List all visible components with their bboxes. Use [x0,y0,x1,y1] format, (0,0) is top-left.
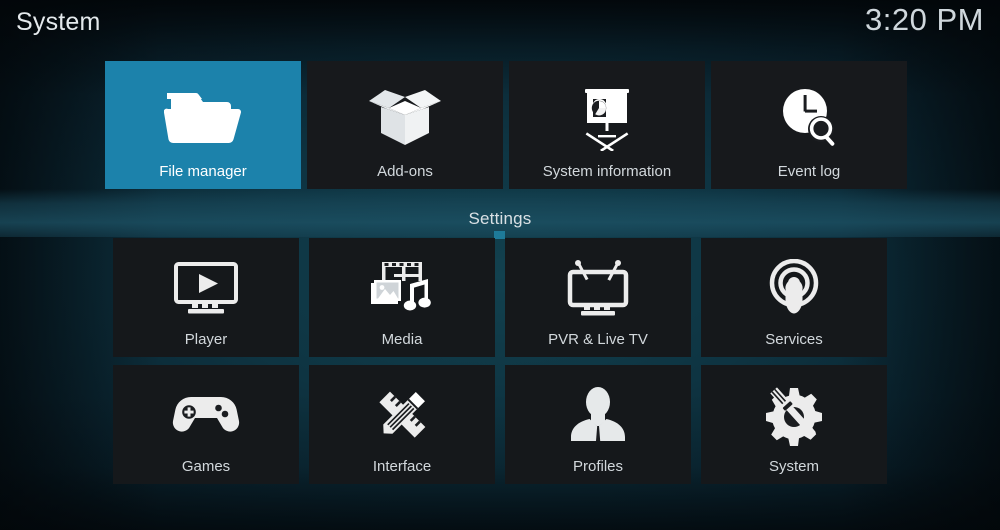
tile-system[interactable]: System [701,365,887,484]
person-bust-icon [567,375,629,455]
tile-add-ons[interactable]: Add-ons [307,61,503,189]
tile-label: System [768,458,819,475]
tile-player[interactable]: Player [113,238,299,357]
clock-search-icon [773,75,845,161]
tile-pvr-live-tv[interactable]: PVR & Live TV [505,238,691,357]
top-bar: System 3:20 PM [0,0,1000,52]
tile-event-log[interactable]: Event log [711,61,907,189]
tile-label: PVR & Live TV [548,331,648,348]
tile-interface[interactable]: Interface [309,365,495,484]
settings-heading: Settings [468,209,532,228]
settings-row-2: Games Interface Profiles System [113,365,887,484]
tile-label: Profiles [572,458,624,475]
gamepad-icon [169,375,243,455]
page-title: System [16,8,101,36]
tile-media[interactable]: Media [309,238,495,357]
tile-label: Add-ons [377,163,433,180]
gear-screwdriver-icon [762,375,826,455]
system-top-row: File manager Add-ons System information … [105,61,907,189]
tile-label: Games [181,458,231,475]
pencil-ruler-icon [371,375,433,455]
tile-label: Media [381,331,423,348]
clock-display: 3:20 PM [865,2,984,37]
tile-games[interactable]: Games [113,365,299,484]
film-photo-music-icon [366,248,438,328]
open-box-icon [367,75,443,161]
tile-profiles[interactable]: Profiles [505,365,691,484]
tv-antenna-icon [562,248,634,328]
monitor-play-icon [170,248,242,328]
tile-label: File manager [159,163,247,180]
tile-label: Event log [777,163,841,180]
tile-label: Player [184,331,228,348]
tile-label: Services [765,331,823,348]
tile-label: Interface [372,458,432,475]
tile-file-manager[interactable]: File manager [105,61,301,189]
tile-services[interactable]: Services [701,238,887,357]
settings-row-1: Player Media PVR & Live TV Services [113,238,887,357]
broadcast-person-icon [763,248,825,328]
kodi-system-screen: System 3:20 PM File manager Add-ons Syst… [0,0,1000,530]
tile-label: System information [542,163,672,180]
tile-system-information[interactable]: System information [509,61,705,189]
folder-icon [164,75,242,161]
presentation-chart-icon [571,75,643,161]
